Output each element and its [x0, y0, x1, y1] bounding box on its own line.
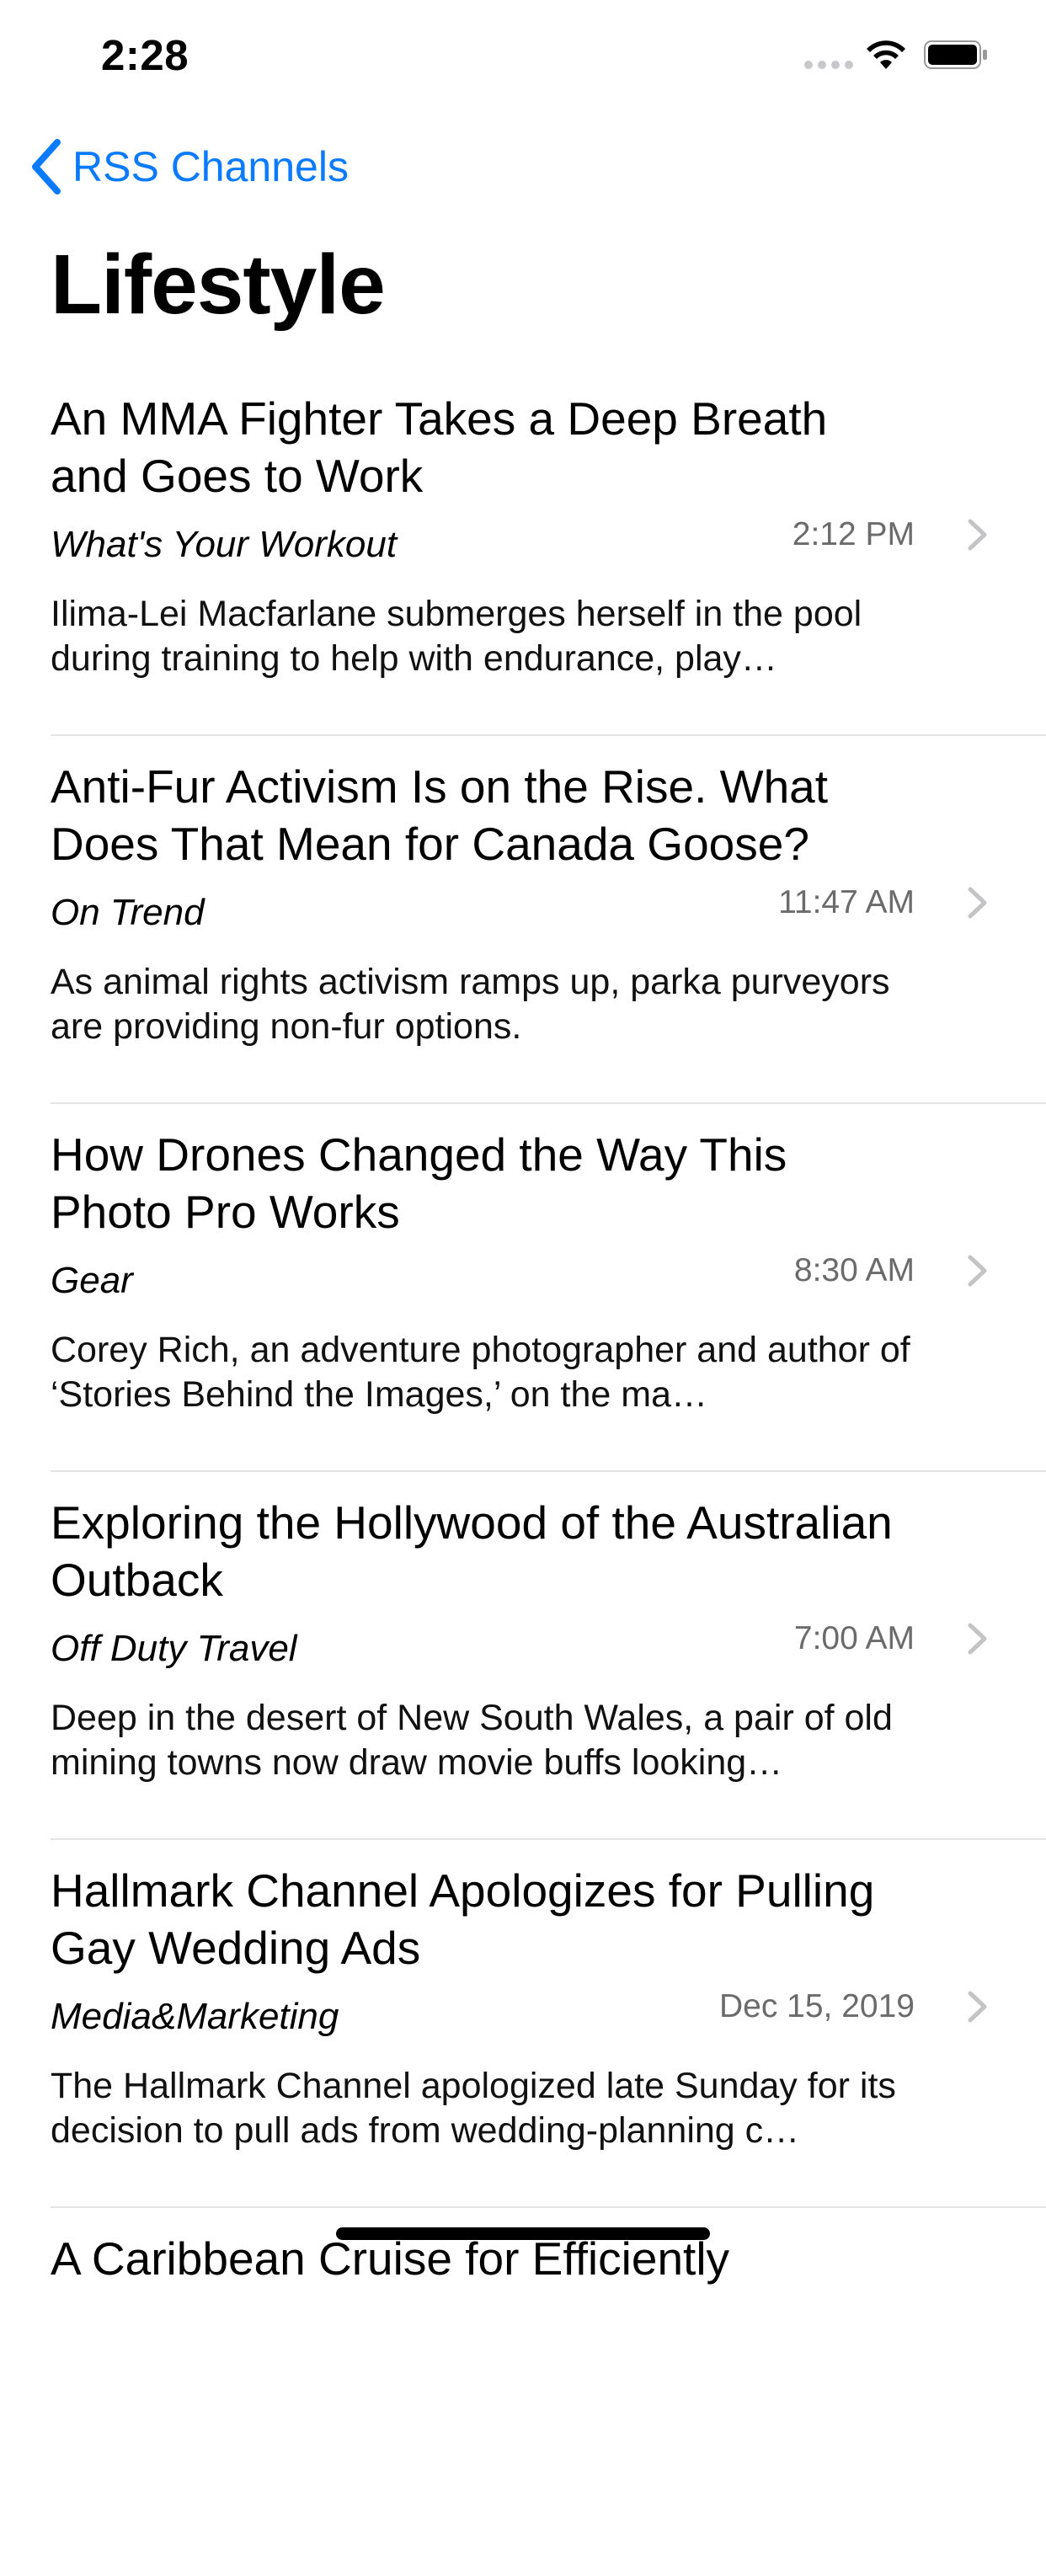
list-item[interactable]: Anti-Fur Activism Is on the Rise. What D…	[0, 736, 1046, 1104]
item-description: Ilima-Lei Macfarlane submerges herself i…	[51, 594, 862, 679]
item-title: Exploring the Hollywood of the Australia…	[51, 1496, 893, 1606]
item-title: How Drones Changed the Way This Photo Pr…	[51, 1128, 787, 1238]
feed-list: An MMA Fighter Takes a Deep Breath and G…	[0, 368, 1046, 2576]
item-time: 8:30 AM	[793, 1252, 915, 1288]
list-item[interactable]: Exploring the Hollywood of the Australia…	[0, 1472, 1046, 1840]
back-button-label: RSS Channels	[72, 143, 349, 190]
item-time: 11:47 AM	[778, 884, 915, 920]
item-time: 2:12 PM	[792, 516, 915, 552]
chevron-right-icon	[968, 1623, 987, 1655]
item-description: Corey Rich, an adventure photographer an…	[51, 1330, 910, 1415]
chevron-right-icon	[968, 519, 987, 551]
status-bar: 2:28	[0, 0, 1046, 111]
home-indicator[interactable]	[336, 2227, 710, 2240]
item-description: The Hallmark Channel apologized late Sun…	[51, 2066, 896, 2151]
item-category: Off Duty Travel	[51, 1628, 297, 1669]
chevron-right-icon	[968, 1255, 987, 1287]
item-title: Hallmark Channel Apologizes for Pulling …	[51, 1864, 875, 1974]
item-time: Dec 15, 2019	[718, 1988, 915, 2024]
chevron-right-icon	[968, 887, 987, 919]
chevron-right-icon	[968, 1991, 987, 2023]
item-category: On Trend	[51, 892, 205, 933]
item-description: Deep in the desert of New South Wales, a…	[51, 1698, 893, 1783]
wifi-icon	[867, 40, 905, 69]
back-button[interactable]: RSS Channels	[29, 133, 349, 200]
list-item[interactable]: An MMA Fighter Takes a Deep Breath and G…	[0, 368, 1046, 736]
item-description: As animal rights activism ramps up, park…	[51, 962, 890, 1047]
status-time: 2:28	[101, 31, 189, 79]
cellular-signal-icon	[804, 61, 853, 71]
item-title: An MMA Fighter Takes a Deep Breath and G…	[51, 392, 828, 502]
list-item[interactable]: How Drones Changed the Way This Photo Pr…	[0, 1104, 1046, 1472]
chevron-left-icon	[32, 139, 61, 195]
item-category: Gear	[51, 1260, 133, 1301]
item-category: What's Your Workout	[51, 524, 398, 565]
list-item[interactable]: Hallmark Channel Apologizes for Pulling …	[0, 1840, 1046, 2208]
item-time: 7:00 AM	[793, 1620, 915, 1656]
item-title: Anti-Fur Activism Is on the Rise. What D…	[51, 760, 829, 870]
battery-icon	[924, 40, 987, 69]
page-title: Lifestyle	[51, 237, 386, 332]
item-category: Media&Marketing	[51, 1996, 339, 2037]
